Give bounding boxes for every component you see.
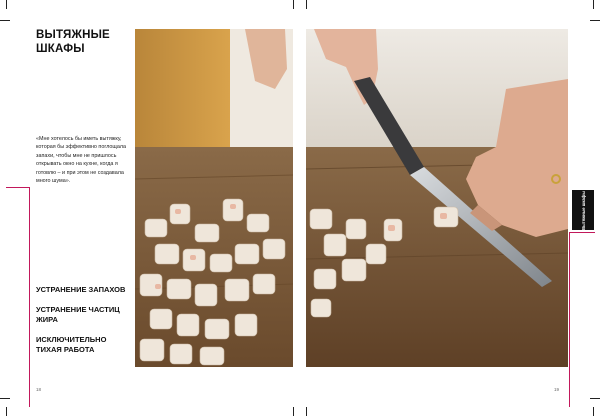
accent-line <box>6 187 30 188</box>
feature-item: УСТРАНЕНИЕ ЗАПАХОВ <box>36 285 126 294</box>
crop-mark <box>6 0 7 9</box>
page-number-right: 19 <box>554 387 560 392</box>
page-title-line2: ШКАФЫ <box>36 43 85 55</box>
crop-mark <box>0 398 10 399</box>
crop-mark <box>590 20 600 21</box>
accent-line <box>569 232 595 233</box>
page-number-left: 18 <box>36 387 42 392</box>
accent-line <box>569 232 570 407</box>
crop-mark <box>306 407 307 416</box>
crop-mark <box>0 20 10 21</box>
section-side-tab: Вытяжные шкафы <box>572 190 594 230</box>
crop-mark <box>6 407 7 416</box>
crop-mark <box>306 0 307 9</box>
accent-line <box>29 187 30 407</box>
hands-chopping-shrimp-photo <box>306 29 568 367</box>
crop-mark <box>293 0 294 9</box>
page-title: ВЫТЯЖНЫЕ ШКАФЫ <box>36 28 126 56</box>
magazine-spread: ВЫТЯЖНЫЕ ШКАФЫ «Мне хотелось бы иметь вы… <box>0 0 600 416</box>
crop-mark <box>590 398 600 399</box>
chopped-shrimp-photo <box>135 29 293 367</box>
crop-mark <box>593 0 594 9</box>
crop-mark <box>293 407 294 416</box>
feature-item: УСТРАНЕНИЕ ЧАСТИЦ ЖИРА <box>36 305 120 324</box>
section-side-tab-label: Вытяжные шкафы <box>580 190 586 230</box>
feature-list: УСТРАНЕНИЕ ЗАПАХОВ УСТРАНЕНИЕ ЧАСТИЦ ЖИР… <box>36 285 134 365</box>
feature-item: ИСКЛЮЧИТЕЛЬНО ТИХАЯ РАБОТА <box>36 335 107 354</box>
crop-mark <box>593 407 594 416</box>
customer-quote: «Мне хотелось бы иметь вытяжку, которая … <box>36 136 126 185</box>
page-title-line1: ВЫТЯЖНЫЕ <box>36 29 110 41</box>
